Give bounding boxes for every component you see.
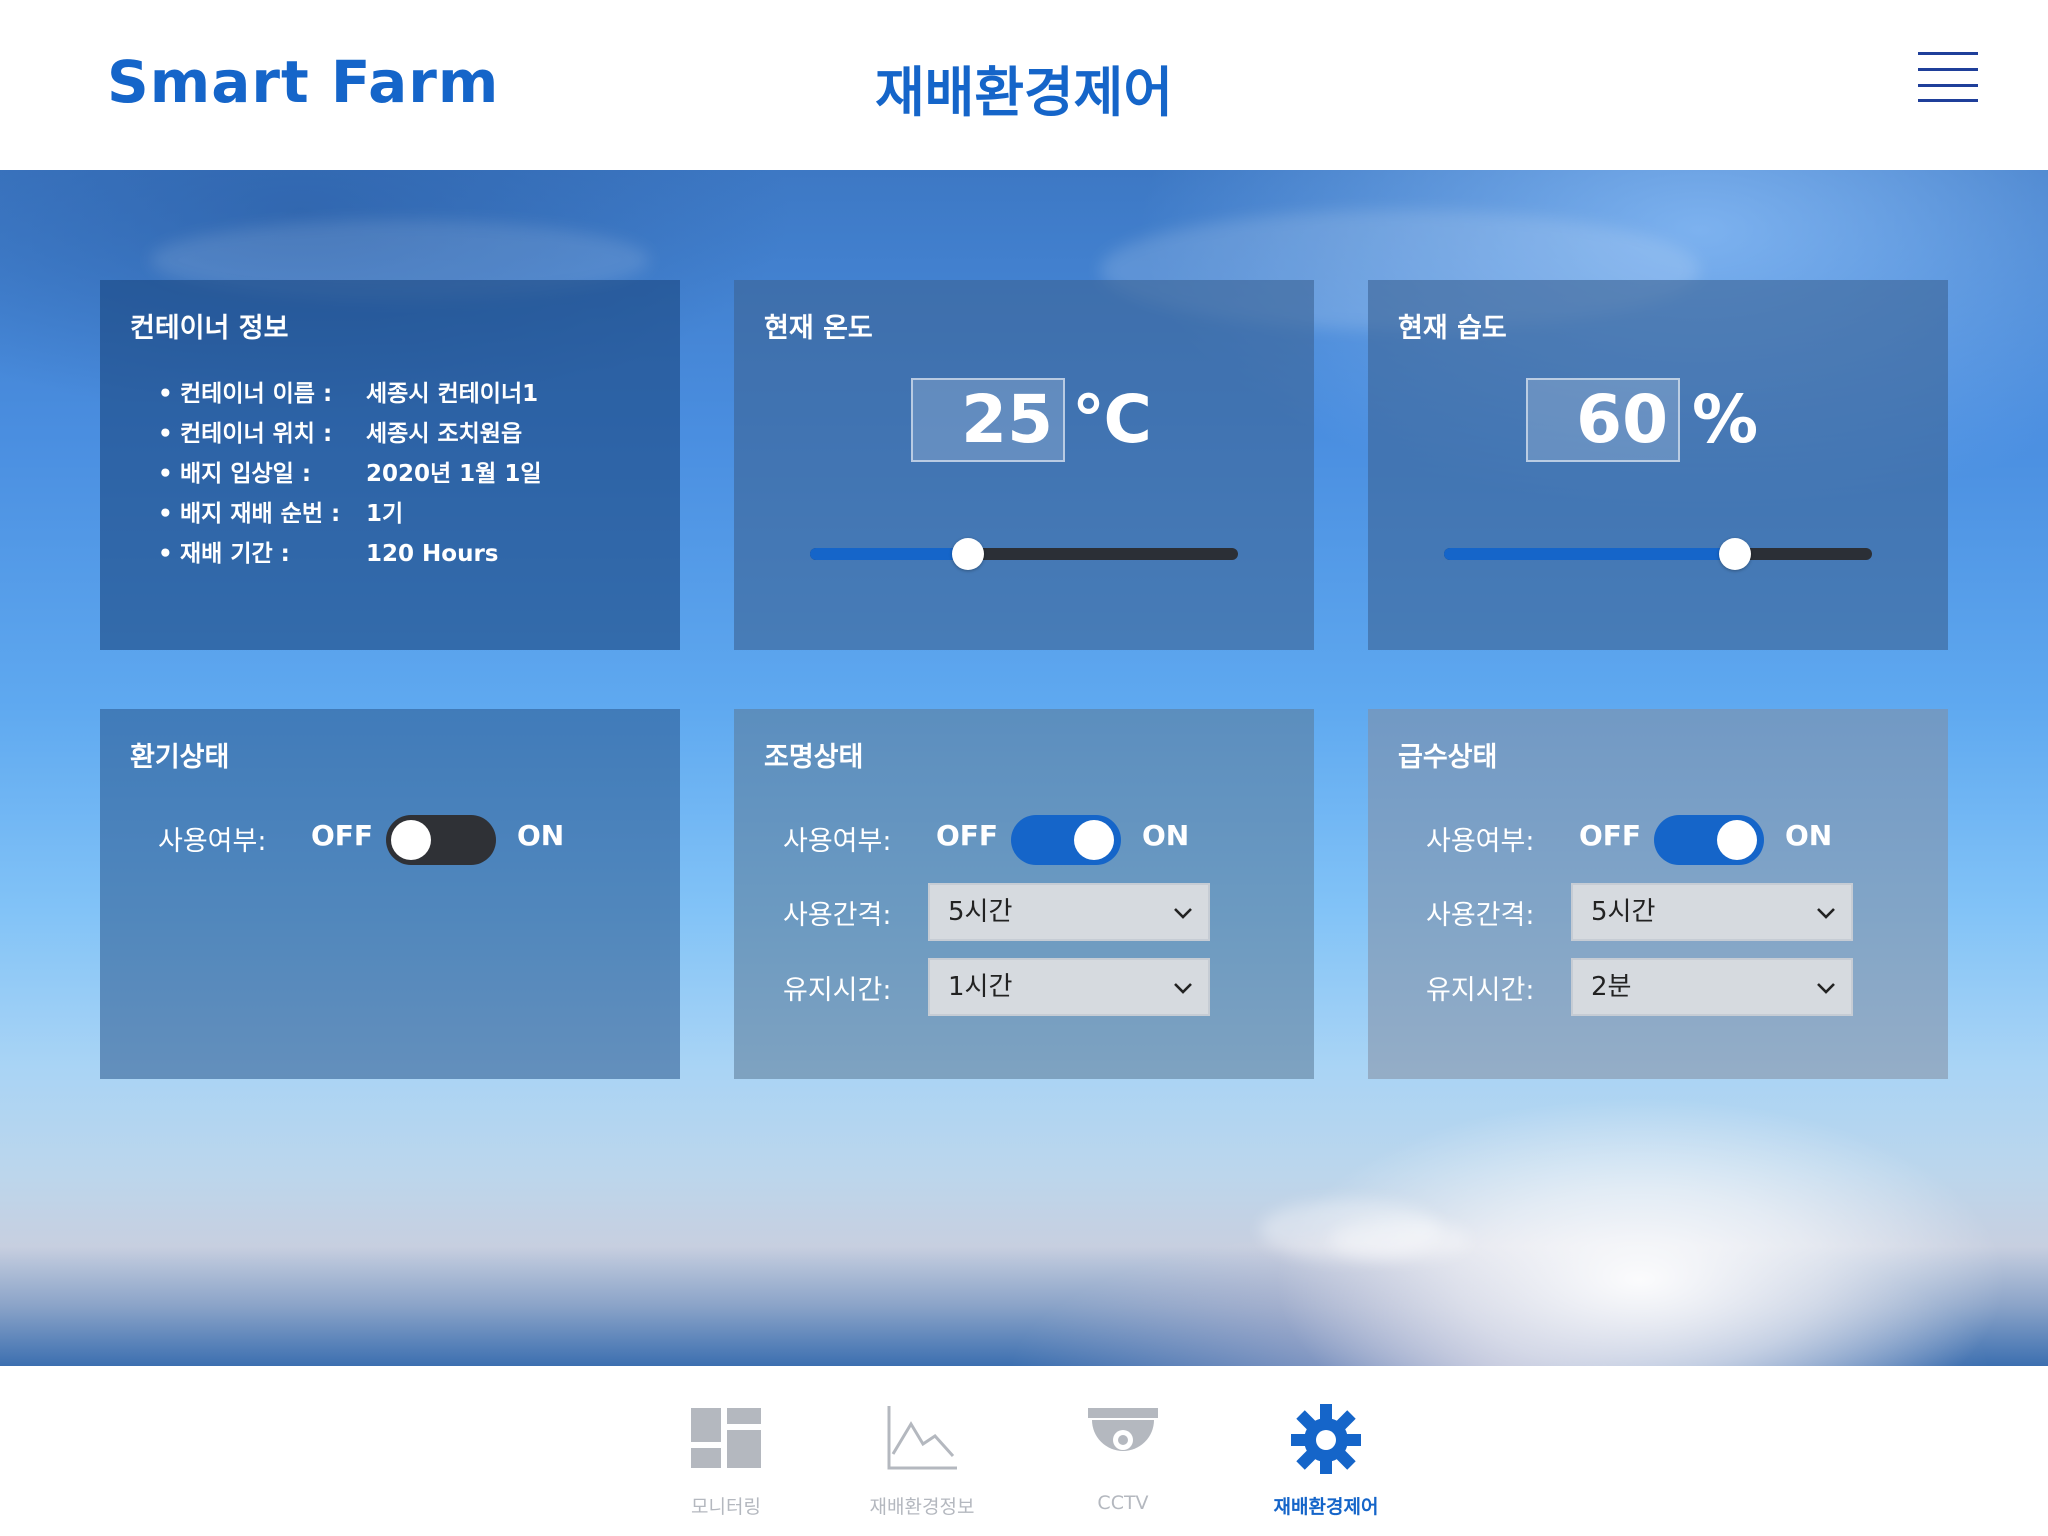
humidity-title: 현재 습도 (1398, 313, 1507, 344)
container-info-card: 컨테이너 정보 컨테이너 이름 :세종시 컨테이너1 컨테이너 위치 :세종시 … (100, 280, 680, 650)
temperature-title: 현재 온도 (764, 313, 873, 344)
dashboard-icon (691, 1408, 761, 1468)
select-value: 2분 (1591, 972, 1632, 1002)
toggle-knob (391, 820, 431, 860)
temperature-value: 25 (911, 378, 1065, 462)
bottom-nav: 모니터링 재배환경정보 CCTV 재배환경제어 (0, 1366, 2048, 1536)
lighting-duration-select[interactable]: 1시간 (928, 958, 1210, 1016)
ventilation-card: 환기상태 사용여부: OFF ON (100, 709, 680, 1079)
temperature-card: 현재 온도 25 ℃ (734, 280, 1314, 650)
lighting-toggle[interactable] (1011, 815, 1121, 865)
app-header: Smart Farm 재배환경제어 (0, 0, 2048, 170)
toggle-knob (1074, 820, 1114, 860)
container-info-title: 컨테이너 정보 (130, 313, 289, 344)
hamburger-menu-icon[interactable] (1918, 52, 1978, 102)
list-item: 배지 입상일 :2020년 1월 1일 (158, 454, 541, 494)
select-value: 5시간 (948, 897, 1013, 927)
off-label: OFF (311, 819, 374, 852)
nav-item-environment-control[interactable]: 재배환경제어 (1236, 1396, 1416, 1526)
slider-fill (810, 548, 969, 560)
chevron-down-icon (1817, 908, 1835, 919)
on-label: ON (517, 819, 565, 852)
select-value: 5시간 (1591, 897, 1656, 927)
on-label: ON (1785, 819, 1833, 852)
temperature-slider[interactable] (810, 538, 1238, 570)
interval-label: 사용간격: (783, 900, 892, 931)
nav-item-cctv[interactable]: CCTV (1033, 1396, 1213, 1526)
container-info-list: 컨테이너 이름 :세종시 컨테이너1 컨테이너 위치 :세종시 조치원읍 배지 … (158, 374, 542, 574)
humidity-unit: % (1692, 381, 1759, 458)
nav-label: 재배환경제어 (1273, 1496, 1379, 1518)
list-item: 컨테이너 이름 :세종시 컨테이너1 (158, 374, 542, 414)
watering-card: 급수상태 사용여부: OFF ON 사용간격: 5시간 유지시간: 2분 (1368, 709, 1948, 1079)
off-label: OFF (936, 819, 999, 852)
list-item: 재배 기간 :120 Hours (158, 534, 542, 574)
watering-toggle[interactable] (1654, 815, 1764, 865)
slider-thumb[interactable] (952, 538, 985, 570)
watering-title: 급수상태 (1398, 742, 1498, 773)
duration-label: 유지시간: (1426, 975, 1535, 1006)
watering-interval-select[interactable]: 5시간 (1571, 883, 1853, 941)
humidity-value: 60 (1526, 378, 1680, 462)
nav-label: CCTV (1097, 1492, 1149, 1514)
humidity-card: 현재 습도 60 % (1368, 280, 1948, 650)
use-label: 사용여부: (783, 826, 892, 857)
humidity-slider[interactable] (1444, 538, 1872, 570)
line-chart-icon (887, 1406, 957, 1470)
lighting-interval-select[interactable]: 5시간 (928, 883, 1210, 941)
on-label: ON (1142, 819, 1190, 852)
ventilation-toggle[interactable] (386, 815, 496, 865)
duration-label: 유지시간: (783, 975, 892, 1006)
off-label: OFF (1579, 819, 1642, 852)
use-label: 사용여부: (1426, 826, 1535, 857)
interval-label: 사용간격: (1426, 900, 1535, 931)
toggle-knob (1717, 820, 1757, 860)
lighting-card: 조명상태 사용여부: OFF ON 사용간격: 5시간 유지시간: 1시간 (734, 709, 1314, 1079)
cctv-camera-icon (1088, 1408, 1158, 1451)
chevron-down-icon (1174, 983, 1192, 994)
list-item: 배지 재배 순번 :1기 (158, 494, 542, 534)
lighting-title: 조명상태 (764, 742, 864, 773)
slider-fill (1444, 548, 1736, 560)
watering-duration-select[interactable]: 2분 (1571, 958, 1853, 1016)
use-label: 사용여부: (158, 826, 267, 857)
nav-label: 재배환경정보 (869, 1496, 975, 1518)
nav-item-environment-info[interactable]: 재배환경정보 (832, 1396, 1012, 1526)
slider-thumb[interactable] (1719, 538, 1752, 570)
chevron-down-icon (1174, 908, 1192, 919)
nav-item-monitoring[interactable]: 모니터링 (636, 1396, 816, 1526)
temperature-unit: ℃ (1072, 381, 1152, 458)
chevron-down-icon (1817, 983, 1835, 994)
ventilation-title: 환기상태 (130, 742, 230, 773)
list-item: 컨테이너 위치 :세종시 조치원읍 (158, 414, 542, 454)
select-value: 1시간 (948, 972, 1013, 1002)
nav-label: 모니터링 (691, 1496, 761, 1518)
page-title: 재배환경제어 (874, 61, 1174, 124)
gear-icon (1291, 1404, 1361, 1474)
